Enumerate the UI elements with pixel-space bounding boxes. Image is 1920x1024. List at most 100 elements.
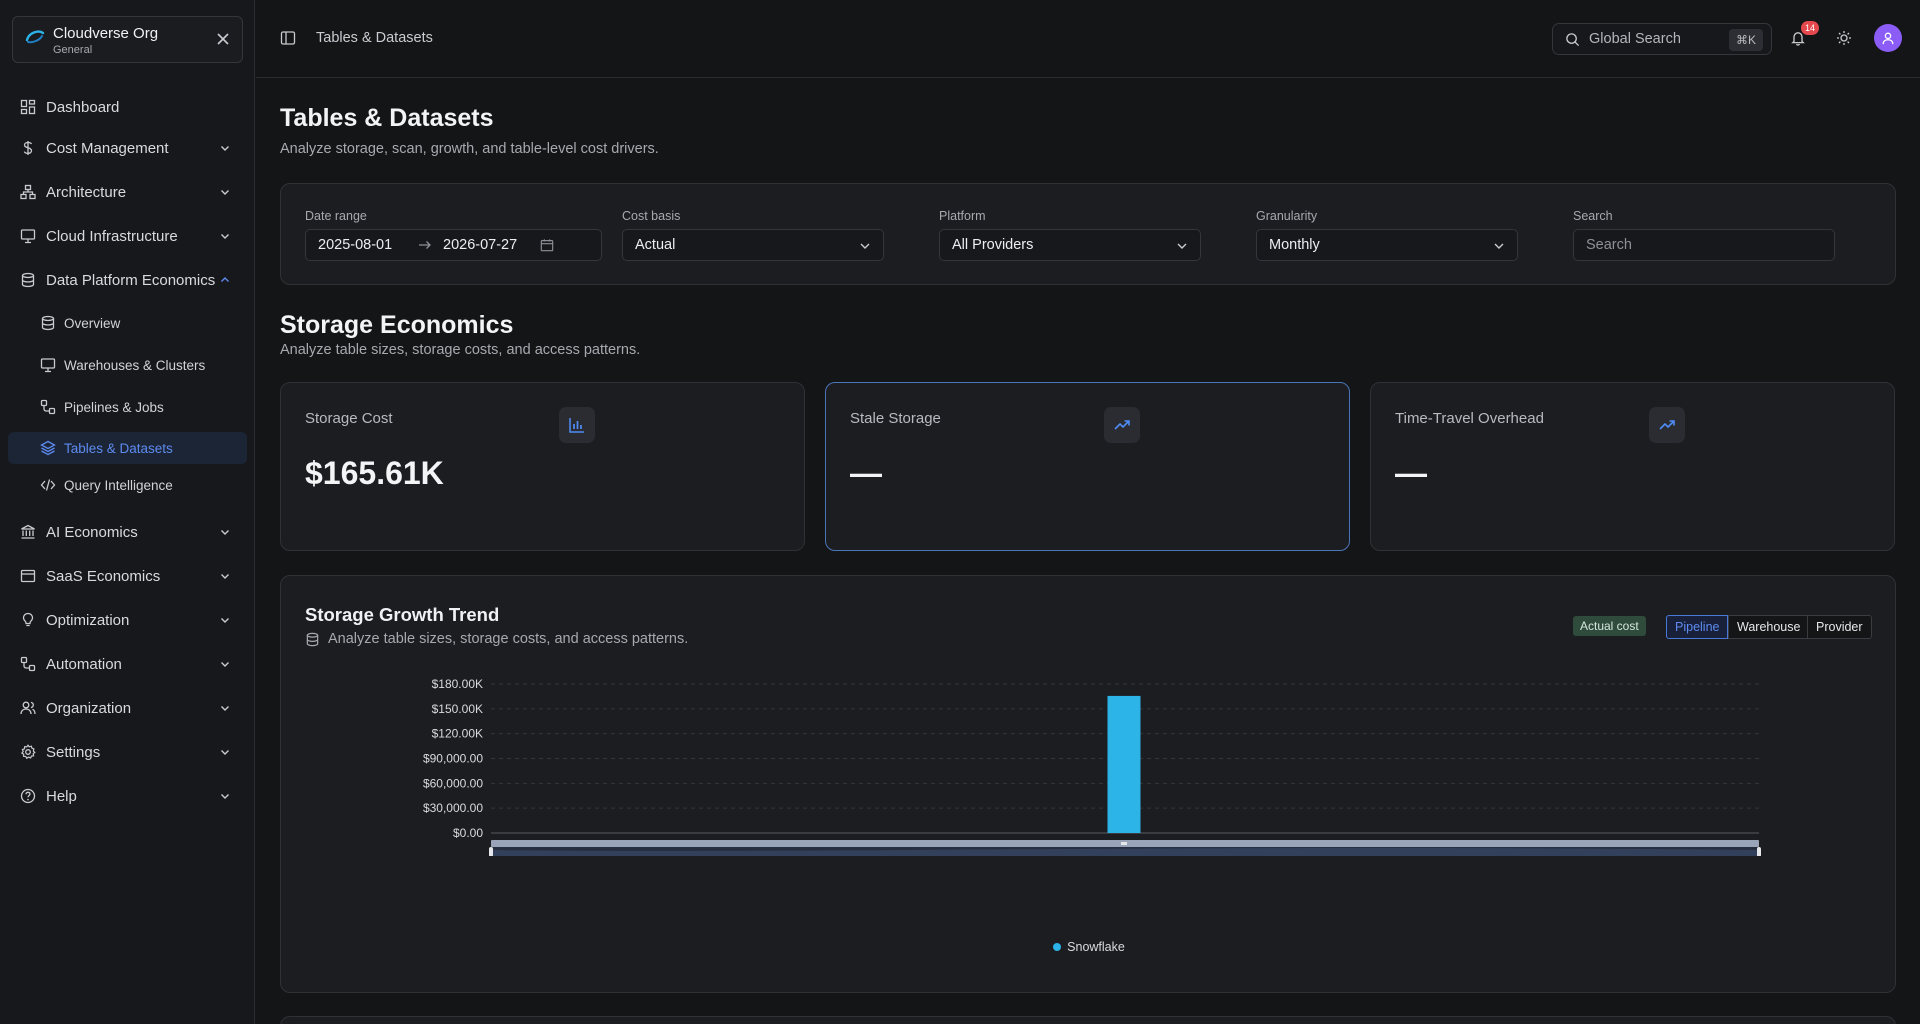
chevron-down-icon xyxy=(221,530,229,535)
kpi-card-stale-storage[interactable]: Stale Storage — xyxy=(825,382,1350,551)
sidebar-item-help[interactable]: Help xyxy=(0,774,255,818)
zoom-slider-window xyxy=(491,847,1759,856)
sidebar-item-data-platform-economics[interactable]: Data Platform Economics xyxy=(0,258,255,302)
window-icon xyxy=(20,569,36,583)
legend-label-snowflake: Snowflake xyxy=(1067,940,1125,954)
sidebar-subitem-overview[interactable]: Overview xyxy=(0,302,255,344)
bar-snowflake xyxy=(1107,695,1141,833)
sidebar-item-settings[interactable]: Settings xyxy=(0,730,255,774)
zoom-grip xyxy=(1121,842,1127,845)
search-input[interactable]: Search xyxy=(1573,229,1835,261)
zoom-handle-left xyxy=(489,847,493,856)
chevron-down-icon xyxy=(221,662,229,667)
architecture-icon xyxy=(20,184,36,200)
gear-icon xyxy=(21,744,36,760)
filter-bar: Date range 2025-08-01 2026-07-27 Cost ba… xyxy=(280,183,1896,285)
chart-subtitle: Analyze table sizes, storage costs, and … xyxy=(305,631,688,647)
storage-growth-card: Storage Growth Trend Analyze table sizes… xyxy=(280,575,1896,993)
actual-cost-badge: Actual cost xyxy=(1573,616,1646,636)
calendar-icon xyxy=(540,238,554,252)
next-section-card xyxy=(280,1016,1896,1024)
sidebar-item-organization[interactable]: Organization xyxy=(0,686,255,730)
sidebar-item-optimization[interactable]: Optimization xyxy=(0,598,255,642)
sidebar-subitem-pipelines-jobs[interactable]: Pipelines & Jobs xyxy=(0,386,255,428)
sun-icon[interactable] xyxy=(1836,30,1852,46)
cost-basis-select[interactable]: Actual xyxy=(622,229,884,261)
sidebar-nav: Dashboard Cost Management Architecture C… xyxy=(0,88,255,818)
date-range-picker[interactable]: 2025-08-01 2026-07-27 xyxy=(305,229,602,261)
y-tick-label: $0.00 xyxy=(453,826,483,840)
org-switcher[interactable]: Cloudverse Org General xyxy=(12,16,243,63)
granularity-value: Monthly xyxy=(1269,237,1320,253)
sidebar-item-saas-economics[interactable]: SaaS Economics xyxy=(0,554,255,598)
y-tick-label: $30,000.00 xyxy=(423,801,483,815)
granularity-select[interactable]: Monthly xyxy=(1256,229,1518,261)
sidebar-item-label: Automation xyxy=(46,655,122,673)
sidebar-item-ai-economics[interactable]: AI Economics xyxy=(0,510,255,554)
sidebar-item-label: Dashboard xyxy=(46,98,120,116)
tab-warehouse[interactable]: Warehouse xyxy=(1728,615,1810,639)
tab-pipeline[interactable]: Pipeline xyxy=(1666,615,1729,639)
help-icon xyxy=(20,788,36,804)
org-name: Cloudverse Org xyxy=(53,25,159,42)
search-label: Search xyxy=(1573,209,1613,223)
y-tick-label: $150.00K xyxy=(432,702,483,716)
kpi-value: — xyxy=(1395,455,1427,491)
sidebar-subitem-warehouses-clusters[interactable]: Warehouses & Clusters xyxy=(0,344,255,386)
sidebar-item-cloud-infrastructure[interactable]: Cloud Infrastructure xyxy=(0,214,255,258)
kpi-card-time-travel-overhead[interactable]: Time-Travel Overhead — xyxy=(1370,382,1895,551)
sidebar-subitem-label: Query Intelligence xyxy=(64,477,173,493)
global-search-label: Global Search xyxy=(1589,31,1681,47)
chart-title: Storage Growth Trend xyxy=(305,604,500,625)
org-workspace: General xyxy=(53,44,93,56)
sidebar-item-label: Cloud Infrastructure xyxy=(46,227,178,245)
chevron-down-icon xyxy=(221,234,229,239)
section-title: Storage Economics xyxy=(280,311,514,339)
workflow-icon xyxy=(40,399,56,415)
tab-provider[interactable]: Provider xyxy=(1807,615,1872,639)
workflow-icon xyxy=(20,656,36,672)
sidebar-subitem-label: Overview xyxy=(64,315,121,331)
section-subtitle: Analyze table sizes, storage costs, and … xyxy=(280,342,641,358)
platform-select[interactable]: All Providers xyxy=(939,229,1201,261)
kpi-label: Stale Storage xyxy=(850,410,941,427)
sidebar-subitem-query-intelligence[interactable]: Query Intelligence xyxy=(0,464,255,506)
global-search[interactable]: Global Search ⌘K xyxy=(1552,23,1772,55)
close-icon[interactable] xyxy=(216,32,230,46)
monitor-icon xyxy=(40,358,56,373)
chevron-down-icon xyxy=(1494,243,1504,249)
database-icon xyxy=(306,632,319,646)
date-range-end[interactable]: 2026-07-27 xyxy=(443,237,517,253)
sidebar-item-label: Cost Management xyxy=(46,139,169,157)
sidebar-item-label: Help xyxy=(46,787,77,805)
y-tick-label: $90,000.00 xyxy=(423,752,483,766)
sidebar-subitem-label: Warehouses & Clusters xyxy=(64,357,206,373)
chevron-down-icon xyxy=(221,618,229,623)
search-shortcut: ⌘K xyxy=(1728,29,1763,51)
sidebar-item-dashboard[interactable]: Dashboard xyxy=(0,88,255,126)
arrow-right-icon xyxy=(418,239,432,251)
sidebar-subitem-tables-datasets[interactable]: Tables & Datasets xyxy=(8,432,247,464)
chevron-down-icon xyxy=(1177,243,1187,249)
sidebar-item-automation[interactable]: Automation xyxy=(0,642,255,686)
lightbulb-icon xyxy=(22,612,34,627)
layers-icon xyxy=(40,440,56,456)
bank-icon xyxy=(21,524,35,539)
sidebar: Cloudverse Org General Dashboard Cost Ma… xyxy=(0,0,255,1024)
sidebar-item-label: Data Platform Economics xyxy=(46,271,216,289)
sidebar-item-label: Organization xyxy=(46,699,132,717)
granularity-label: Granularity xyxy=(1256,209,1318,223)
kpi-card-storage-cost[interactable]: Storage Cost $165.61K xyxy=(280,382,805,551)
sidebar-toggle-icon[interactable] xyxy=(280,30,296,46)
breadcrumb[interactable]: Tables & Datasets xyxy=(316,30,433,46)
chart-legend[interactable]: Snowflake xyxy=(281,940,1897,954)
sidebar-item-cost-management[interactable]: Cost Management xyxy=(0,126,255,170)
dashboard-icon xyxy=(20,99,36,115)
sidebar-item-architecture[interactable]: Architecture xyxy=(0,170,255,214)
date-range-start[interactable]: 2025-08-01 xyxy=(318,237,392,253)
storage-growth-chart[interactable]: $180.00K $150.00K $120.00K $90,000.00 $60,00… xyxy=(281,666,1897,856)
bar-chart-icon xyxy=(559,407,595,443)
chevron-down-icon xyxy=(221,574,229,579)
y-tick-label: $120.00K xyxy=(432,727,483,741)
avatar[interactable] xyxy=(1874,24,1902,52)
